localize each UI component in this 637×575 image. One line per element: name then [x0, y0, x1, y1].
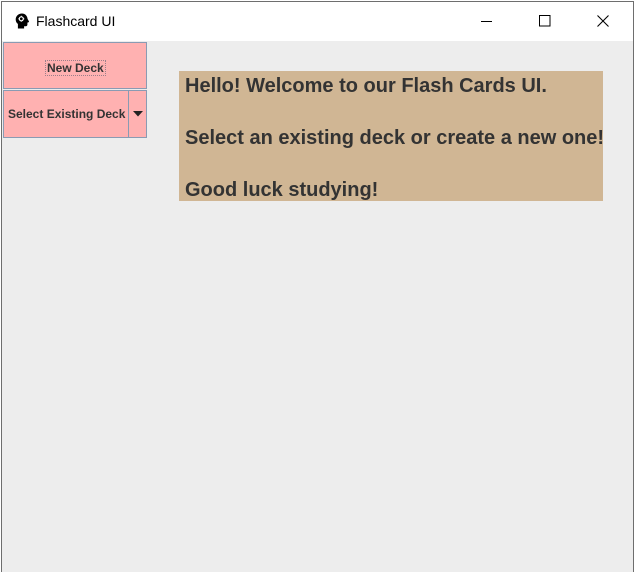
existing-deck-selected-value: Select Existing Deck	[8, 107, 126, 121]
maximize-button[interactable]	[517, 2, 575, 41]
dropdown-arrow-button[interactable]	[128, 90, 147, 138]
window-title: Flashcard UI	[36, 13, 116, 29]
minimize-button[interactable]	[459, 2, 517, 41]
new-deck-label: New Deck	[45, 60, 106, 76]
caret-down-icon	[133, 111, 143, 117]
close-button[interactable]	[575, 2, 633, 41]
minimize-icon	[481, 21, 492, 22]
head-profile-icon	[13, 12, 31, 30]
maximize-icon	[539, 15, 551, 27]
welcome-signoff: Good luck studying!	[185, 179, 379, 201]
app-window: Flashcard UI New Deck Select Existing De…	[1, 1, 634, 572]
existing-deck-dropdown[interactable]: Select Existing Deck	[3, 90, 147, 138]
welcome-instruction: Select an existing deck or create a new …	[185, 127, 603, 149]
content-panel: New Deck Select Existing Deck Hello! Wel…	[2, 41, 633, 572]
close-icon	[597, 15, 609, 27]
welcome-greeting: Hello! Welcome to our Flash Cards UI.	[185, 75, 547, 97]
welcome-message: Hello! Welcome to our Flash Cards UI. Se…	[179, 71, 603, 201]
title-bar[interactable]: Flashcard UI	[2, 2, 633, 41]
new-deck-button[interactable]: New Deck	[3, 42, 147, 89]
